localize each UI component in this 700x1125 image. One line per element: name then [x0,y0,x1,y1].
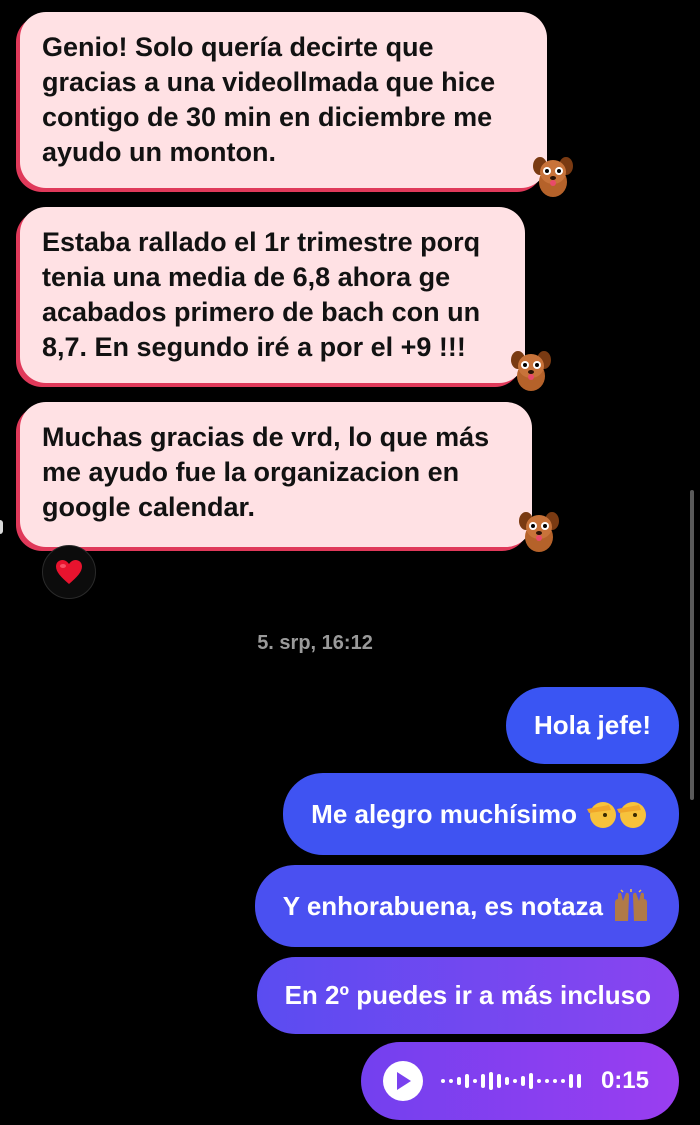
outgoing-message-text: Y enhorabuena, es notaza [282,890,603,921]
message-timestamp: 5. srp, 16:12 [257,632,373,654]
outgoing-message-bubble[interactable]: Me alegro muchísimo [283,773,679,855]
saluting-face-icon [587,802,646,828]
audio-waveform[interactable] [440,1072,581,1090]
incoming-message-bubble[interactable]: Estaba rallado el 1r trimestre porq teni… [20,207,525,383]
outgoing-message-bubble[interactable]: En 2º puedes ir a más incluso [256,957,679,1034]
play-button[interactable] [382,1061,423,1101]
incoming-message-bubble[interactable]: Genio! Solo quería decirte que gracias a… [20,12,547,188]
dog-sticker-icon [533,157,573,197]
outgoing-message-text: Hola jefe! [533,710,651,740]
incoming-message-text: Genio! Solo quería decirte que gracias a… [42,32,496,167]
outgoing-message-bubble[interactable]: Y enhorabuena, es notaza [254,865,679,947]
message-reaction[interactable] [42,545,96,599]
scroll-indicator [0,520,3,534]
dog-sticker-icon [519,512,559,552]
red-heart-icon [56,560,82,584]
voice-message-bubble[interactable]: 0:15 [360,1042,679,1120]
incoming-message-text: Muchas gracias de vrd, lo que más me ayu… [42,422,490,522]
incoming-message-text: Estaba rallado el 1r trimestre porq teni… [42,227,481,362]
incoming-message-bubble[interactable]: Muchas gracias de vrd, lo que más me ayu… [20,402,532,547]
outgoing-message-text: Me alegro muchísimo [311,798,577,829]
scrollbar[interactable] [690,490,694,800]
raising-hands-icon [615,889,647,921]
play-icon [396,1072,411,1090]
voice-message-duration: 0:15 [600,1067,649,1094]
outgoing-message-text: En 2º puedes ir a más incluso [284,980,651,1010]
dog-sticker-icon [511,351,551,391]
outgoing-message-bubble[interactable]: Hola jefe! [505,687,679,764]
